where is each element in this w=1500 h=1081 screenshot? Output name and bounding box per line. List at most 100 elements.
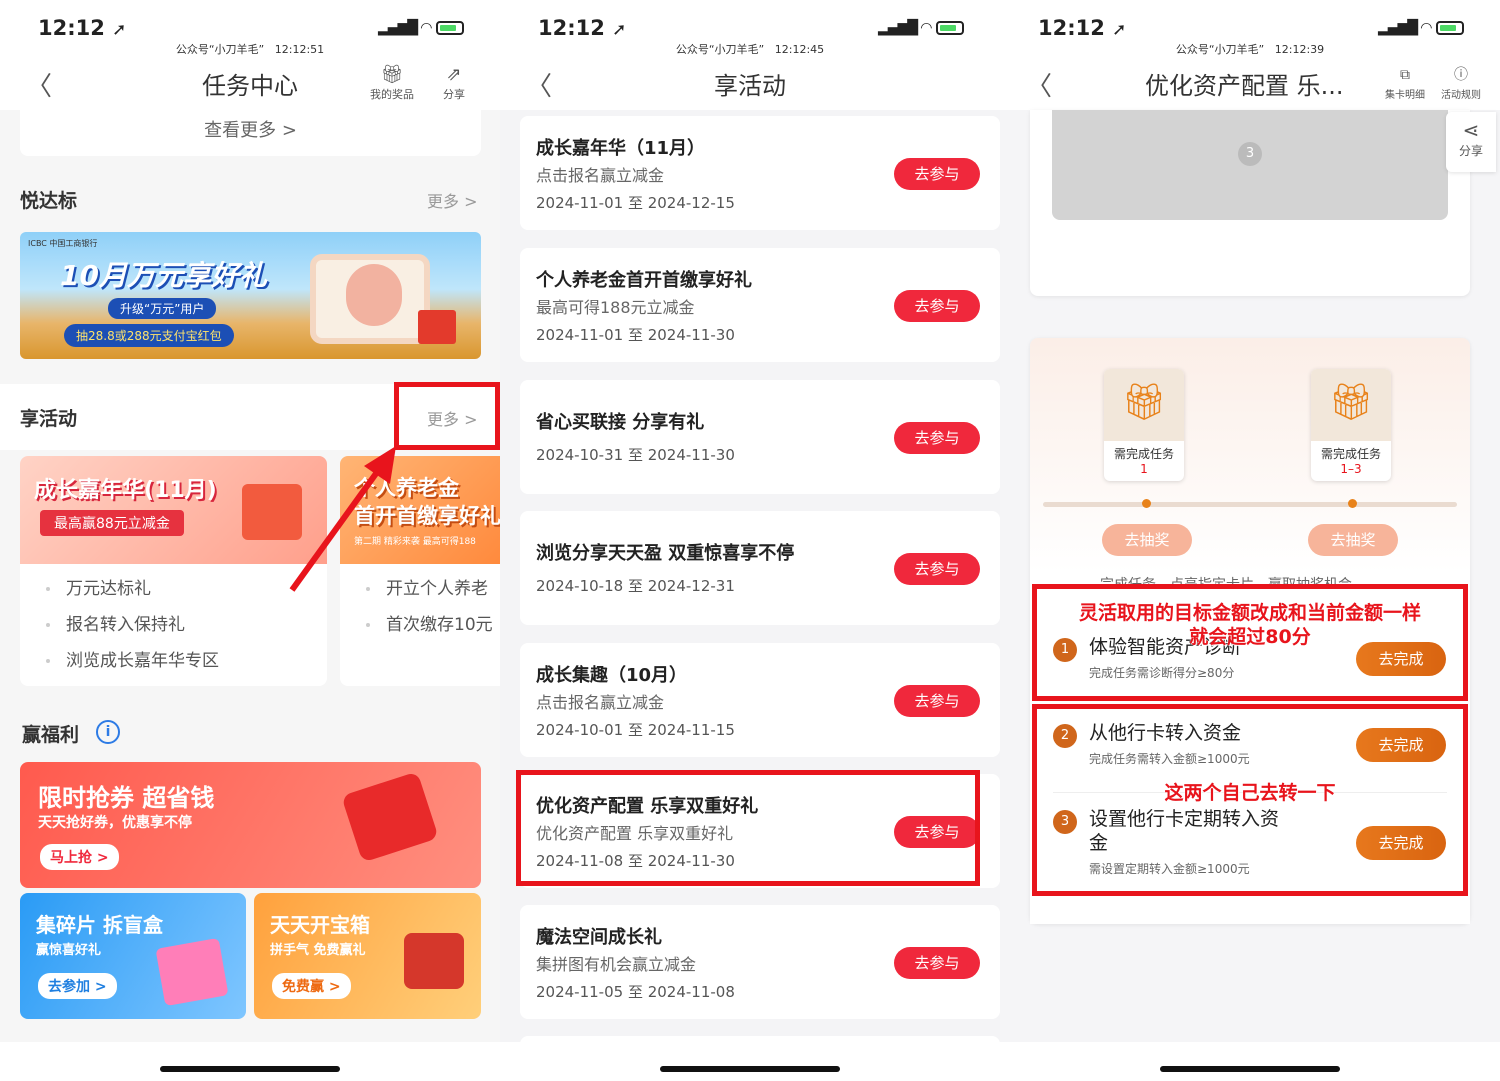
share-float-button[interactable]: ⋖ 分享 xyxy=(1446,112,1496,172)
my-prizes-label: 我的奖品 xyxy=(370,88,414,101)
annotation-box-activity xyxy=(516,770,980,886)
gift-image xyxy=(418,310,456,344)
activity-item[interactable]: 个人养老金首开首缴享好礼 最高可得188元立减金 2024-11-01 至 20… xyxy=(520,248,1000,362)
info-icon[interactable]: i xyxy=(96,720,120,744)
activity-title: 浏览分享天天盈 双重惊喜享不停 xyxy=(536,543,795,564)
list-item: 万元达标礼 xyxy=(46,574,151,599)
lottery-button[interactable]: 去抽奖 xyxy=(1102,524,1192,556)
activity-title: 省心买联接 分享有礼 xyxy=(536,412,705,433)
status-bar: 12:12 ➚ ▂▄▆█ ◠ 公众号“小刀羊毛” 12:12:39 xyxy=(1000,0,1500,60)
lottery-button[interactable]: 去抽奖 xyxy=(1308,524,1398,556)
join-button[interactable]: 去参与 xyxy=(894,947,980,979)
activity-date: 2024-10-31 至 2024-11-30 xyxy=(536,446,735,464)
section-title-xiang: 享活动 xyxy=(20,408,78,430)
watermark: 公众号“小刀羊毛” 12:12:45 xyxy=(675,43,825,56)
prev-card: 查看更多 > xyxy=(20,110,481,156)
watermark: 公众号“小刀羊毛” 12:12:51 xyxy=(175,43,325,56)
annotation-text: 这两个自己去转一下 xyxy=(1164,782,1336,804)
activity-title: 个人养老金首开首缴享好礼 xyxy=(536,270,752,291)
home-indicator xyxy=(660,1066,840,1072)
step-badge: 3 xyxy=(1238,142,1262,166)
activity-date: 2024-11-01 至 2024-11-30 xyxy=(536,326,735,344)
activity-item[interactable]: 魔法空间成长礼 集拼图有机会赢立减金 2024-11-05 至 2024-11-… xyxy=(520,905,1000,1019)
icbc-logo: ICBC 中国工商银行 xyxy=(28,239,98,248)
my-prizes-button[interactable]: 🎁︎ 我的奖品 xyxy=(366,64,418,102)
activity-subtitle: 点击报名赢立减金 xyxy=(536,693,665,712)
banner-line: 抽28.8或288元支付宝红包 xyxy=(64,324,234,347)
annotation-text: 灵活取用的目标金额改成和当前金额一样 xyxy=(1078,602,1421,624)
battery-icon xyxy=(1436,21,1464,35)
card-detail-button[interactable]: ⧉ 集卡明细 xyxy=(1380,64,1430,101)
home-indicator xyxy=(160,1066,340,1072)
card-panel: 3 xyxy=(1030,110,1470,296)
annotation-arrow-icon xyxy=(289,446,396,592)
gift-count: 1 xyxy=(1140,462,1148,476)
battery-icon xyxy=(936,21,964,35)
promo-subtitle: 拼手气 免费赢礼 xyxy=(270,943,366,958)
status-bar: 12:12 ➚ ▂▄▆█ ◠ 公众号“小刀羊毛” 12:12:45 xyxy=(500,0,1000,60)
page-title: 享活动 xyxy=(714,72,786,100)
puzzle-icon: ⧉ xyxy=(1400,67,1410,83)
activity-item[interactable]: 浏览分享天天盈 双重惊喜享不停 2024-10-18 至 2024-12-31 … xyxy=(520,511,1000,625)
back-icon[interactable]: 〈 xyxy=(1026,66,1052,103)
bottom-safe-area xyxy=(1000,1042,1500,1081)
progress-dot xyxy=(1142,499,1151,508)
status-time: 12:12 ➚ xyxy=(38,16,127,40)
activity-item[interactable]: 成长集趣（10月） 点击报名赢立减金 2024-10-01 至 2024-11-… xyxy=(520,643,1000,757)
join-button[interactable]: 去参加 > xyxy=(38,973,117,999)
share-button[interactable]: ⇗ 分享 xyxy=(428,64,480,102)
promo-subtitle: 赢惊喜好礼 xyxy=(36,943,102,958)
nav-bar: 〈 享活动 xyxy=(500,58,1000,110)
share-icon: ⇗ xyxy=(446,64,462,85)
activity-subtitle: 最高可得188元立减金 xyxy=(536,298,695,317)
activity-title: 成长集趣（10月） xyxy=(536,665,688,686)
promo-treasure[interactable]: 天天开宝箱 拼手气 免费赢礼 免费赢 > xyxy=(254,893,481,1019)
rules-button[interactable]: ⓘ 活动规则 xyxy=(1436,64,1486,101)
gift-label: 需完成任务 xyxy=(1113,447,1174,461)
join-button[interactable]: 去参与 xyxy=(894,422,980,454)
join-button[interactable]: 去参与 xyxy=(894,553,980,585)
nav-bar: 〈 任务中心 🎁︎ 我的奖品 ⇗ 分享 xyxy=(0,58,500,110)
banner-10-month[interactable]: ICBC 中国工商银行 10月万元享好礼 升级“万元”用户 抽28.8或288元… xyxy=(20,232,481,359)
panel-asset-allocation: 12:12 ➚ ▂▄▆█ ◠ 公众号“小刀羊毛” 12:12:39 〈 优化资产… xyxy=(1000,0,1500,1081)
join-button[interactable]: 去参与 xyxy=(894,290,980,322)
gift-count: 1–3 xyxy=(1340,462,1362,476)
banner-title: 10月万元享好礼 xyxy=(60,259,267,292)
status-time: 12:12 ➚ xyxy=(1038,16,1127,40)
see-more-link[interactable]: 查看更多 > xyxy=(20,110,481,142)
milestone-gift: 🎁︎ 需完成任务 1–3 xyxy=(1311,369,1391,481)
share-icon: ⋖ xyxy=(1462,118,1480,142)
mascot-image xyxy=(346,264,402,326)
promo-title: 天天开宝箱 xyxy=(270,913,370,937)
promo-title: 限时抢券 超省钱 xyxy=(38,784,215,812)
activity-date: 2024-11-01 至 2024-12-15 xyxy=(536,194,735,212)
promo-subtitle: 天天抢好券，优惠享不停 xyxy=(38,815,192,831)
yueda-more-link[interactable]: 更多 > xyxy=(427,188,478,212)
activity-title: 魔法空间成长礼 xyxy=(536,927,662,948)
gift-label: 需完成任务 xyxy=(1320,447,1381,461)
coupon-gun-image xyxy=(341,771,439,863)
activity-date: 2024-10-18 至 2024-12-31 xyxy=(536,577,735,595)
signal-wifi-icon: ▂▄▆█ ◠ xyxy=(878,20,932,36)
activity-item[interactable]: 成长嘉年华（11月） 点击报名赢立减金 2024-11-01 至 2024-12… xyxy=(520,116,1000,230)
activity-title: 成长嘉年华（11月） xyxy=(536,138,706,159)
join-button[interactable]: 去参与 xyxy=(894,685,980,717)
status-bar: 12:12 ➚ ▂▄▆█ ◠ 公众号“小刀羊毛” 12:12:51 xyxy=(0,0,500,60)
promo-title: 集碎片 拆盲盒 xyxy=(36,913,163,937)
blindbox-image xyxy=(155,937,229,1007)
promo-blindbox[interactable]: 集碎片 拆盲盒 赢惊喜好礼 去参加 > xyxy=(20,893,246,1019)
activity-item[interactable]: 省心买联接 分享有礼 2024-10-31 至 2024-11-30 去参与 xyxy=(520,380,1000,494)
panel-activities: 12:12 ➚ ▂▄▆█ ◠ 公众号“小刀羊毛” 12:12:45 〈 享活动 … xyxy=(500,0,1000,1081)
free-win-button[interactable]: 免费赢 > xyxy=(272,973,351,999)
promo-coupon[interactable]: 限时抢券 超省钱 天天抢好券，优惠享不停 马上抢 > xyxy=(20,762,481,888)
gift-icon: 🎁︎ xyxy=(1121,382,1167,423)
card-detail-label: 集卡明细 xyxy=(1385,90,1425,101)
section-title-yueda: 悦达标 xyxy=(20,190,78,212)
banner-subtitle: 升级“万元”用户 xyxy=(108,298,217,319)
panel-task-center: 12:12 ➚ ▂▄▆█ ◠ 公众号“小刀羊毛” 12:12:51 〈 任务中心… xyxy=(0,0,500,1081)
list-item: 首次缴存10元 xyxy=(366,610,493,635)
join-button[interactable]: 去参与 xyxy=(894,158,980,190)
page-title: 优化资产配置 乐... xyxy=(1145,72,1344,100)
info-icon: ⓘ xyxy=(1454,67,1468,83)
grab-button[interactable]: 马上抢 > xyxy=(40,844,119,870)
